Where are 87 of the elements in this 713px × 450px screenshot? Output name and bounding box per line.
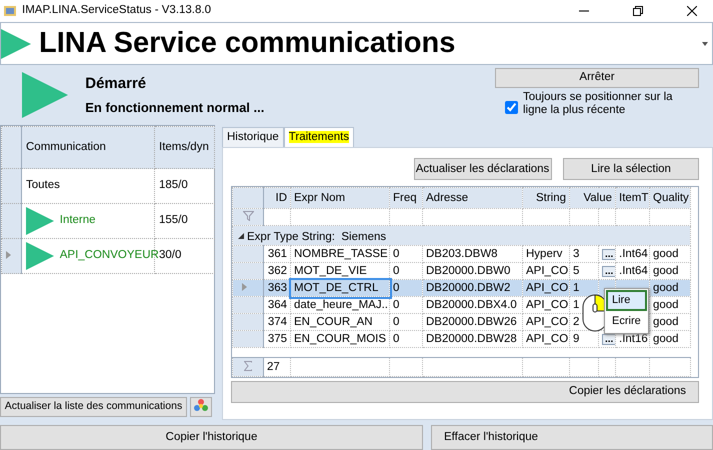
menu-item[interactable]: Lire xyxy=(606,290,647,312)
table-cell: good xyxy=(650,280,690,296)
table-cell: DB203.DBW8 xyxy=(422,246,522,262)
communication-name[interactable]: Toutes xyxy=(26,177,60,195)
column-header: Items/dyn xyxy=(154,126,214,168)
communication-name[interactable]: Interne xyxy=(60,212,96,230)
row-pointer-icon xyxy=(242,283,248,292)
column-header: ID xyxy=(264,188,290,208)
row-header[interactable] xyxy=(232,296,264,314)
table-cell: 375 xyxy=(264,330,290,348)
table-cell: 1 xyxy=(570,280,598,296)
table-cell: DB20000.DBX4.0 xyxy=(422,296,522,314)
filter-icon[interactable] xyxy=(242,211,254,222)
app-icon xyxy=(3,4,17,18)
column-header: ItemT xyxy=(616,188,650,208)
table-cell: 361 xyxy=(264,246,290,262)
bottom-button[interactable]: Effacer l'historique xyxy=(431,425,713,450)
color-wheel-button[interactable] xyxy=(190,397,212,418)
dropdown-arrow-icon[interactable] xyxy=(702,42,708,46)
table-cell: Hyperv xyxy=(522,246,570,262)
table-cell: 0 xyxy=(390,246,422,262)
play-icon xyxy=(1,28,31,60)
table-cell: 0 xyxy=(390,330,422,348)
tab[interactable]: Traitements xyxy=(284,127,354,148)
table-cell: NOMBRE_TASSE xyxy=(290,246,390,262)
status-title: Démarré xyxy=(85,74,148,94)
table-cell: 185/0 xyxy=(154,168,214,204)
column-header: String xyxy=(522,188,570,208)
toolbar-button[interactable]: Actualiser les déclarations xyxy=(414,158,552,180)
ellipsis-button[interactable]: ... xyxy=(602,266,614,276)
row-header[interactable] xyxy=(232,280,264,296)
banner-title: LINA Service communications xyxy=(39,26,456,61)
tab[interactable]: Historique xyxy=(222,127,284,148)
copy-declarations-button[interactable]: Copier les déclarations xyxy=(231,380,699,403)
table-cell: 27 xyxy=(264,358,290,376)
restore-icon[interactable] xyxy=(633,6,643,16)
play-icon xyxy=(26,241,54,271)
column-header: Quality xyxy=(650,188,690,208)
stop-button[interactable]: Arrêter xyxy=(495,68,699,88)
row-header[interactable] xyxy=(232,330,264,348)
column-header: Freq xyxy=(390,188,422,208)
play-icon xyxy=(26,206,54,236)
table-cell: 374 xyxy=(264,314,290,330)
group-header: Expr Type String: Siemens xyxy=(232,226,690,246)
window-title: IMAP.LINA.ServiceStatus - V3.13.8.0 xyxy=(22,3,212,18)
refresh-list-button[interactable]: Actualiser la liste des communications xyxy=(0,397,187,418)
table-cell: API_CO xyxy=(522,330,570,348)
column-header: Expr Nom xyxy=(290,188,390,208)
status-message: En fonctionnement normal ... xyxy=(85,98,264,117)
sum-icon xyxy=(244,361,252,372)
table-cell: 0 xyxy=(390,296,422,314)
auto-scroll-label: Toujours se positionner sur la ligne la plus récente xyxy=(523,90,674,117)
table-cell: good xyxy=(650,330,690,348)
toolbar-button[interactable]: Lire la sélection xyxy=(563,158,699,180)
row-header[interactable] xyxy=(232,262,264,280)
table-cell: 155/0 xyxy=(154,204,214,238)
table-cell: date_heure_MAJ... xyxy=(290,296,390,314)
table-cell: 363 xyxy=(264,280,290,296)
table-cell: .Int64 xyxy=(616,246,650,262)
table-cell: API_CO xyxy=(522,296,570,314)
row-pointer-icon xyxy=(6,251,12,260)
table-cell: 364 xyxy=(264,296,290,314)
menu-item[interactable]: Ecrire xyxy=(606,311,647,332)
column-header: Communication xyxy=(22,126,154,168)
status-play-icon xyxy=(22,72,68,118)
table-cell: EN_COUR_AN xyxy=(290,314,390,330)
table-cell: 0 xyxy=(390,314,422,330)
table-cell: MOT_DE_CTRL xyxy=(290,280,390,296)
bottom-button[interactable]: Copier l'historique xyxy=(0,425,423,450)
communication-name[interactable]: API_CONVOYEUR xyxy=(60,247,159,265)
close-icon[interactable] xyxy=(687,6,697,16)
column-header: Value xyxy=(570,188,616,208)
table-cell: API_CO xyxy=(522,314,570,330)
column-header: Adresse xyxy=(422,188,522,208)
table-cell: EN_COUR_MOIS xyxy=(290,330,390,348)
table-cell: API_CO xyxy=(522,280,570,296)
table-cell: good xyxy=(650,246,690,262)
table-cell: DB20000.DBW28 xyxy=(422,330,522,348)
table-cell: DB20000.DBW2 xyxy=(422,280,522,296)
table-cell: DB20000.DBW26 xyxy=(422,314,522,330)
ellipsis-button[interactable]: ... xyxy=(602,248,614,260)
table-cell: 0 xyxy=(390,280,422,296)
collapse-icon[interactable] xyxy=(238,233,244,240)
row-header[interactable] xyxy=(232,314,264,330)
ellipsis-button[interactable]: ... xyxy=(602,334,614,344)
row-header[interactable] xyxy=(232,246,264,262)
table-cell: 3 xyxy=(570,246,598,262)
